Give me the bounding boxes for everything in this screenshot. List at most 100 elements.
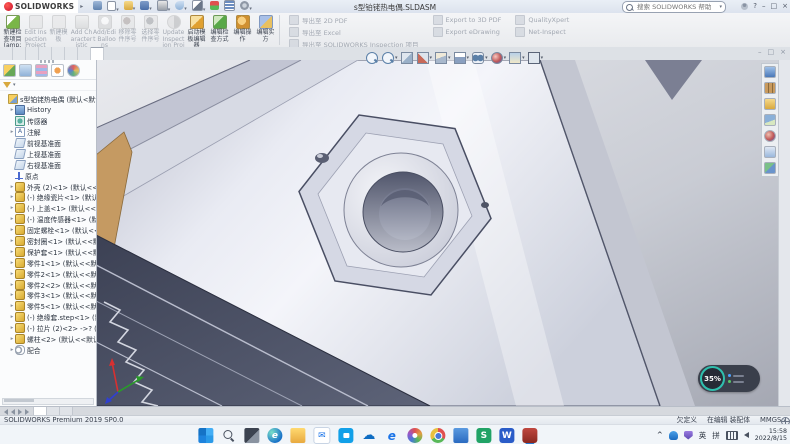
update-inspection-project-button[interactable]: Update Inspection Project: [162, 14, 185, 46]
tree-part-1[interactable]: ▸ 零件1<1> (默认<<默认>_显示状态: [0, 257, 96, 268]
tree-part-2-2[interactable]: ▸ 零件2<2> (默认<<默认>_显示状态: [0, 279, 96, 290]
mail-icon[interactable]: ✉: [313, 427, 330, 444]
custom-properties-tab[interactable]: [764, 146, 776, 158]
tab-addins[interactable]: [52, 47, 65, 60]
view-orientation-icon[interactable]: ▾: [435, 52, 451, 64]
3d-viewport[interactable]: 35%: [96, 60, 790, 406]
view-settings-icon[interactable]: ▾: [528, 52, 544, 64]
help-search-box[interactable]: ▾: [622, 1, 726, 13]
tree-part-tab[interactable]: ▸ (-) 拉片 (2)<2> ->? (默认<<默认>: [0, 323, 96, 334]
tree-part-seal[interactable]: ▸ 密封圈<1> (默认<<默认>_显示状: [0, 236, 96, 247]
view-palette-tab[interactable]: [764, 114, 776, 126]
home-icon[interactable]: [93, 1, 102, 12]
new-document-icon[interactable]: ▾: [107, 1, 119, 13]
edit-inspection-method-button[interactable]: 编辑检查方式: [208, 14, 231, 46]
appearances-tab[interactable]: [764, 130, 776, 142]
export-excel-button[interactable]: 导出至 Excel: [289, 27, 419, 37]
panel-splitter[interactable]: [40, 60, 56, 63]
add-edit-balloons-button[interactable]: Add/Edit Balloons: [93, 14, 116, 46]
hide-show-items-icon[interactable]: ▾: [472, 52, 488, 64]
tree-part-insulation[interactable]: ▸ (-) 绝缘套.step<1> (默认<<默认>: [0, 312, 96, 323]
solidworks-resources-tab[interactable]: [764, 66, 776, 78]
zoom-area-icon[interactable]: ▾: [382, 52, 398, 64]
remove-balloon-button[interactable]: 移除零件序号: [116, 14, 139, 46]
edit-method-button[interactable]: 编辑实方: [254, 14, 277, 46]
tab-first-icon[interactable]: [4, 409, 8, 415]
chrome-icon[interactable]: [430, 428, 445, 443]
touch-keyboard-icon[interactable]: [726, 431, 738, 440]
edit-appearance-icon[interactable]: ▾: [491, 52, 507, 64]
launch-template-editor-button[interactable]: 启动模板编辑器: [185, 14, 208, 46]
export-edrawing-button[interactable]: Export eDrawing: [433, 27, 502, 37]
tree-part-ceramic[interactable]: ▸ (-) 绝缘瓷片<1> (默认<<默认>_显: [0, 192, 96, 203]
onedrive-tray-icon[interactable]: [669, 431, 678, 440]
qualityxpert-button[interactable]: QualityXpert: [515, 15, 569, 25]
security-tray-icon[interactable]: [684, 431, 693, 440]
rebuild-icon[interactable]: [210, 1, 219, 12]
help-button[interactable]: ?: [753, 0, 757, 13]
new-template-button[interactable]: 新建模板: [47, 14, 70, 46]
tree-sensors[interactable]: 传感器: [0, 116, 96, 127]
tree-part-shell[interactable]: ▸ 外壳 (2)<1> (默认<<默认>_显示状: [0, 181, 96, 192]
propertymanager-tab[interactable]: [19, 64, 32, 77]
edit-inspection-project-button[interactable]: Edit Inspection Project: [24, 14, 47, 46]
login-icon[interactable]: [741, 3, 748, 10]
tree-root-assembly[interactable]: s型铂铑热电偶 (默认<默认_显示状态-1: [0, 94, 96, 105]
search-icon[interactable]: [221, 428, 236, 443]
tab-inspection[interactable]: [91, 47, 104, 60]
active-app-icon[interactable]: [522, 428, 537, 443]
featuremanager-tab[interactable]: [3, 64, 16, 77]
tab-assembly[interactable]: [0, 47, 13, 60]
design-library-tab[interactable]: [764, 82, 776, 94]
tree-mates[interactable]: ▸ 配合: [0, 344, 96, 355]
tree-part-sleeve[interactable]: ▸ 保护套<1> (默认<<默认>_显示状: [0, 246, 96, 257]
options-icon[interactable]: ▾: [240, 1, 252, 12]
tree-part-bolt[interactable]: ▸ 固定螺栓<1> (默认<<默认>_显示: [0, 225, 96, 236]
forum-tab[interactable]: [764, 162, 776, 174]
tree-front-plane[interactable]: 前视基准面: [0, 138, 96, 149]
section-view-icon[interactable]: ▾: [417, 52, 433, 64]
file-explorer-tab[interactable]: [764, 98, 776, 110]
tab-cam[interactable]: [78, 47, 91, 60]
tab-next-icon[interactable]: [18, 409, 22, 415]
print-icon[interactable]: ▾: [157, 0, 171, 13]
apply-scene-icon[interactable]: ▾: [509, 52, 525, 64]
display-style-icon[interactable]: ▾: [454, 52, 470, 64]
tree-part-sensor[interactable]: ▸ (-) 温度传感器<1> (默认<<默认>_: [0, 214, 96, 225]
tree-origin[interactable]: 原点: [0, 170, 96, 181]
task-view-icon[interactable]: [244, 428, 259, 443]
tray-expand-icon[interactable]: ^: [657, 431, 663, 439]
start-button[interactable]: [198, 428, 213, 443]
doc-minimize-button[interactable]: –: [758, 48, 762, 56]
ime-pinyin-indicator[interactable]: 拼: [712, 430, 720, 441]
filter-caret-icon[interactable]: ▾: [13, 82, 16, 88]
export-3d-pdf-button[interactable]: Export to 3D PDF: [433, 15, 502, 25]
tree-part-3[interactable]: ▸ 零件3<1> (默认<<默认>_显示状态: [0, 290, 96, 301]
edit-operation-button[interactable]: 编辑操作: [231, 14, 254, 46]
select-balloon-button[interactable]: 选择零件序号: [139, 14, 162, 46]
tree-part-5[interactable]: ▸ 零件5<1> (默认<<默认>_显示状态: [0, 301, 96, 312]
ime-indicator[interactable]: 英: [699, 430, 707, 441]
file-explorer-icon[interactable]: [290, 428, 305, 443]
tree-part-stud[interactable]: ▸ 螺柱<2> (默认<<默认>_显示状态: [0, 334, 96, 345]
add-characteristic-button[interactable]: Add Characteristic: [70, 14, 93, 46]
speaker-icon[interactable]: [744, 432, 749, 438]
zoom-fit-icon[interactable]: [366, 52, 379, 64]
onedrive-icon[interactable]: ☁: [361, 428, 376, 443]
tab-evaluate[interactable]: [39, 47, 52, 60]
tab-sketch[interactable]: [26, 47, 39, 60]
tab-mbd[interactable]: [65, 47, 78, 60]
wps-app-icon[interactable]: S: [476, 428, 491, 443]
open-icon[interactable]: ▾: [124, 1, 136, 12]
menu-expand-arrow[interactable]: ▸: [80, 3, 83, 10]
dimxpertmanager-tab[interactable]: [51, 64, 64, 77]
doc-restore-button[interactable]: □: [768, 48, 775, 56]
previous-view-icon[interactable]: [401, 52, 414, 64]
save-icon[interactable]: ▾: [140, 1, 152, 12]
search-caret-icon[interactable]: ▾: [719, 4, 722, 10]
export-2d-pdf-button[interactable]: 导出至 2D PDF: [289, 15, 419, 25]
tree-top-plane[interactable]: 上视基准面: [0, 148, 96, 159]
undo-icon[interactable]: ▾: [175, 1, 187, 12]
select-icon[interactable]: ▾: [192, 0, 206, 13]
filter-icon[interactable]: [3, 82, 11, 88]
